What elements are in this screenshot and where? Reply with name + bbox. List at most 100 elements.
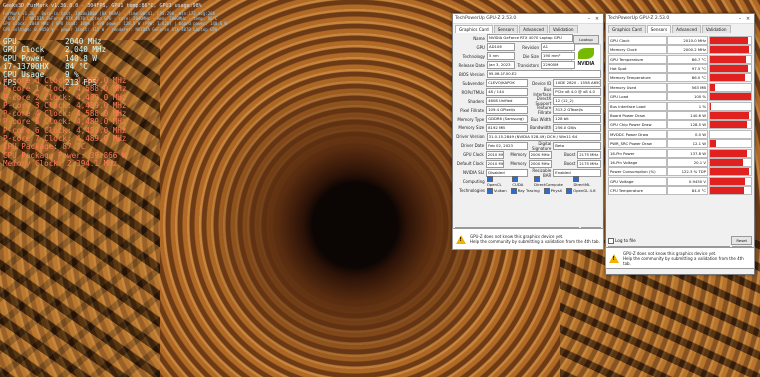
field-label: BIOS Version [458, 71, 485, 77]
sensor-value: 563 MB [667, 82, 708, 92]
sensor-name[interactable]: Memory Used [608, 82, 667, 92]
field-value: GDDR6 (Samsung) [486, 114, 528, 124]
field-label: ROPs/TMUs [461, 89, 485, 95]
checkbox-icon[interactable] [566, 187, 573, 194]
sensor-name[interactable]: 16-Pin Voltage [608, 157, 667, 167]
sensor-value: 122.3 % TDP [667, 167, 708, 177]
field-value: CLEVO/KAPOK [486, 78, 528, 88]
overlay-info-line: GPU voltage: 0.9450 V - power limit: 115… [3, 26, 218, 32]
sensor-name[interactable]: Board Power Draw [608, 110, 667, 120]
technologies-option[interactable]: PhysX [543, 187, 562, 194]
computing-option[interactable]: DirectCompute [534, 176, 569, 187]
field-label: GPU [476, 44, 485, 50]
technologies-option[interactable]: Vulkan [487, 187, 507, 194]
sensor-graph-fill [710, 168, 749, 176]
minimize-icon[interactable]: – [736, 16, 744, 22]
checkbox-icon[interactable] [487, 187, 493, 194]
technologies-option[interactable]: Ray Tracing [510, 187, 540, 194]
sensor-graph [709, 63, 752, 73]
sensor-graph [709, 45, 752, 55]
close-icon[interactable]: × [593, 16, 601, 22]
log-to-file-label: Log to file [615, 237, 636, 243]
sensor-name[interactable]: CPU Temperature [608, 186, 667, 196]
field-value: 2000 MHz [528, 150, 553, 160]
sensor-graph [709, 120, 752, 130]
sensor-row: Board Power Draw 140.6 W [608, 110, 752, 120]
field-value: 190 mm² [541, 51, 575, 61]
field-row: Driver Version 31.0.15.2849 (NVIDIA 528.4… [455, 132, 601, 142]
sensor-graph-fill [710, 55, 747, 63]
computing-option[interactable]: OpenCL [486, 176, 509, 187]
field-row: Subvendor CLEVO/KAPOK Device ID 10DE 2820 -… [455, 78, 601, 88]
sensor-value: 0.0 W [667, 129, 708, 139]
sensor-graph [709, 129, 752, 139]
sensor-graph [709, 139, 752, 149]
tab-advanced[interactable]: Advanced [672, 25, 701, 33]
field-label: Shaders [467, 98, 485, 104]
sensor-name[interactable]: GPU Clock [608, 35, 667, 45]
field-label: Bus Width [531, 116, 552, 122]
sensor-name[interactable]: PWR_SRC Power Draw [608, 139, 667, 149]
sensor-name[interactable]: 16-Pin Power [608, 148, 667, 158]
sensor-graph-fill [710, 64, 749, 72]
sensor-graph [709, 92, 752, 102]
field-value: Jan 3, 2023 [487, 60, 515, 70]
close-icon[interactable]: × [744, 16, 752, 22]
minimize-icon[interactable]: – [585, 16, 593, 22]
sensor-row: Memory Used 563 MB [608, 82, 752, 92]
gpuz-card-warning: GPU-Z does not know this graphics device… [452, 228, 604, 250]
checkbox-icon[interactable] [608, 237, 614, 244]
warning-line-2[interactable]: Help the community by submitting a valid… [623, 256, 751, 266]
tab-validation[interactable]: Validation [701, 25, 731, 33]
computing-option[interactable]: DirectML [573, 176, 597, 187]
checkbox-icon[interactable] [510, 187, 517, 194]
reset-button[interactable]: Reset [731, 236, 752, 245]
sensor-name[interactable]: GPU Load [608, 92, 667, 102]
checkbox-icon[interactable] [543, 187, 550, 194]
sensor-name[interactable]: Bus Interface Load [608, 101, 667, 111]
sensor-value: 2010.0 MHz [667, 35, 708, 45]
sensor-name[interactable]: Hot Spot [608, 63, 667, 73]
warning-icon [609, 253, 619, 263]
sensor-value: 140.6 W [667, 110, 708, 120]
sensor-row: 16-Pin Power 137.8 W [608, 148, 752, 158]
field-label: Technology [462, 53, 485, 59]
field-label: Boost [563, 161, 576, 167]
sensor-graph [709, 110, 752, 120]
log-to-file-checkbox[interactable]: Log to file [608, 237, 636, 244]
sensor-graph-fill [710, 121, 747, 129]
sensor-name[interactable]: GPU Voltage [608, 176, 667, 186]
warning-line-2[interactable]: Help the community by submitting a valid… [470, 239, 600, 244]
tab-sensors[interactable]: Sensors [646, 25, 672, 33]
sensor-name[interactable]: Memory Clock [608, 45, 667, 55]
field-value: 12 (12_2) [553, 96, 601, 106]
tab-validation[interactable]: Validation [548, 25, 578, 33]
field-value: 48 / 144 [486, 87, 528, 97]
field-label: Default Clock [456, 161, 484, 167]
sensor-name[interactable]: MVDDC Power Draw [608, 129, 667, 139]
sensor-value: 137.8 W [667, 148, 708, 158]
gpuz-graphics-card-window: TechPowerUp GPU-Z 2.53.0 – × Graphics Ca… [452, 13, 604, 248]
sensor-row: CPU Temperature 84.0 °C [608, 186, 752, 196]
field-row: GPU AD106 Revision A1 [455, 42, 601, 52]
sensor-value: 12.1 W [667, 139, 708, 149]
tab-graphics-card[interactable]: Graphics Card [608, 25, 646, 33]
sensor-name[interactable]: Memory Temperature [608, 73, 667, 83]
tab-graphics-card[interactable]: Graphics Card [455, 25, 493, 33]
field-row: Release Date Jan 3, 2023 Transistors 22900M [455, 60, 601, 70]
sensor-name[interactable]: Power Consumption (%) [608, 167, 667, 177]
sensor-name[interactable]: GPU Chip Power Draw [608, 120, 667, 130]
sensor-graph-fill [710, 83, 715, 91]
technologies-option[interactable]: OpenGL 4.6 [566, 187, 596, 194]
overlay-cpu-line: Memory Clock: 2,394.1 MHz [3, 158, 118, 168]
sensor-value: 86.7 °C [667, 54, 708, 64]
tab-advanced[interactable]: Advanced [519, 25, 548, 33]
sensor-graph-fill [710, 46, 749, 54]
sensor-graph-fill [710, 36, 748, 44]
tab-sensors[interactable]: Sensors [493, 25, 519, 33]
sensor-graph [709, 73, 752, 83]
sensor-value: 97.5 °C [667, 63, 708, 73]
sensor-graph-fill [710, 177, 745, 185]
sensor-name[interactable]: GPU Temperature [608, 54, 667, 64]
computing-option[interactable]: CUDA [512, 176, 530, 187]
